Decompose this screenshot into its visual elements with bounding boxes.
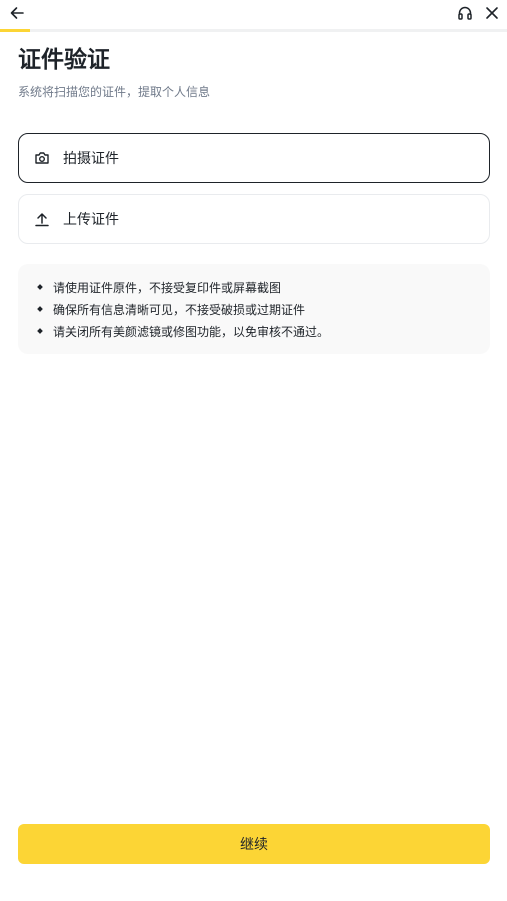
tip-text: 请使用证件原件，不接受复印件或屏幕截图 [53,280,282,295]
upload-icon [34,211,50,227]
continue-button[interactable]: 继续 [18,824,490,864]
tip-item: 确保所有信息清晰可见，不接受破损或过期证件 [37,298,490,320]
tip-text: 确保所有信息清晰可见，不接受破损或过期证件 [53,302,306,317]
support-button[interactable] [450,0,480,26]
top-bar [0,0,507,32]
tip-item: 请使用证件原件，不接受复印件或屏幕截图 [37,276,490,298]
headset-icon [458,6,472,20]
close-icon [486,7,498,19]
upload-document-option[interactable]: 上传证件 [18,194,490,244]
bullet-icon [37,306,43,312]
back-button[interactable] [2,0,32,26]
arrow-left-icon [10,7,24,19]
take-photo-label: 拍摄证件 [63,151,119,167]
bullet-icon [37,284,43,290]
page-title: 证件验证 [18,47,110,73]
page-subtitle: 系统将扫描您的证件，提取个人信息 [18,85,211,99]
take-photo-option[interactable]: 拍摄证件 [18,133,490,183]
progress-bar [0,29,507,32]
id-verification-page: 证件验证 系统将扫描您的证件，提取个人信息 拍摄证件 上传证件 请使用证件原件，… [0,0,507,901]
bullet-icon [37,328,43,334]
close-button[interactable] [477,0,507,26]
tip-text: 请关闭所有美颜滤镜或修图功能，以免审核不通过。 [53,324,330,339]
tip-item: 请关闭所有美颜滤镜或修图功能，以免审核不通过。 [37,320,490,342]
progress-bar-fill [0,29,31,32]
requirements-tips: 请使用证件原件，不接受复印件或屏幕截图 确保所有信息清晰可见，不接受破损或过期证… [18,264,490,354]
camera-icon [34,150,50,166]
upload-document-label: 上传证件 [63,212,119,228]
